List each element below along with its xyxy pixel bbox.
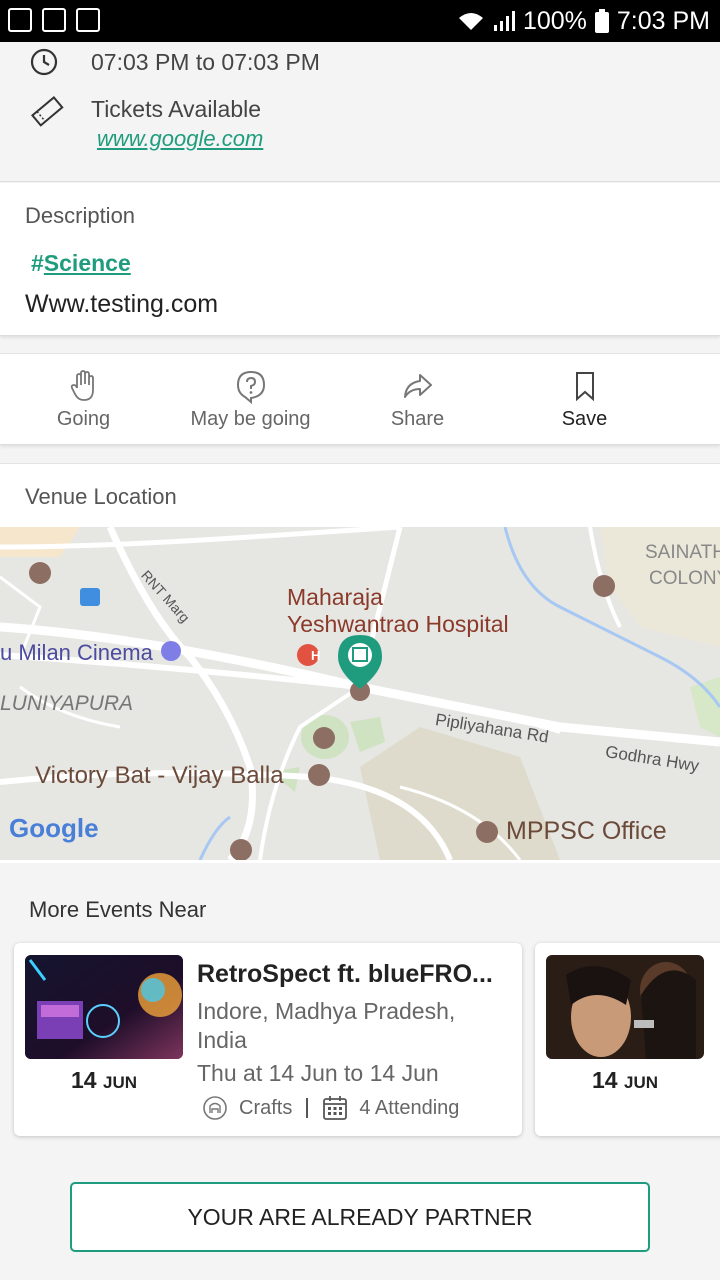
venue-label: Venue Location (25, 484, 177, 509)
event-card[interactable]: 14 JUN (535, 943, 720, 1136)
event-location: Indore, Madhya Pradesh, India (197, 998, 456, 1053)
event-day: 14 (71, 1067, 97, 1093)
map-hospital-line1: Maharaja (287, 584, 383, 610)
share-label: Share (390, 408, 445, 430)
description-text: Www.testing.com (25, 290, 219, 318)
tag-word: Science (43, 250, 131, 276)
map-mppsc-office: MPPSC Office (506, 817, 667, 845)
event-month: JUN (102, 1073, 137, 1092)
google-logo: Google (9, 813, 99, 843)
action-bar: Going May be going Share Save (0, 353, 720, 445)
map-area-luniyapura: LUNIYAPURA (0, 692, 134, 715)
map-victory-bat: Victory Bat - Vijay Balla (35, 762, 284, 789)
map-cinema: u Milan Cinema (0, 640, 153, 665)
map-hospital-line2: Yeshwantrao Hospital (287, 611, 509, 637)
battery-icon (594, 9, 609, 33)
event-attending: 4 Attending (359, 1096, 460, 1119)
description-label: Description (25, 203, 136, 228)
event-time-range: 07:03 PM to 07:03 PM (91, 48, 320, 75)
event-thumbnail (25, 955, 183, 1059)
save-button[interactable]: Save (501, 354, 668, 444)
wifi-icon (458, 13, 483, 30)
calendar-icon (323, 1096, 348, 1120)
tickets-row: Tickets Available (30, 94, 261, 133)
ticket-link[interactable]: www.google.com (97, 126, 263, 152)
share-arrow-icon (403, 374, 432, 398)
event-title: RetroSpect ft. blueFRO... (197, 960, 493, 988)
status-bar: 100% 7:03 PM (0, 0, 720, 42)
event-category: Crafts (239, 1096, 293, 1119)
going-label: Going (56, 408, 111, 430)
event-info-section: 07:03 PM to 07:03 PM Tickets Available w… (0, 42, 720, 182)
already-partner-button[interactable]: YOUR ARE ALREADY PARTNER (70, 1182, 650, 1252)
clock-icon (30, 48, 58, 76)
event-date: 14 JUN (546, 1067, 704, 1094)
maybe-going-button[interactable]: May be going (167, 354, 334, 444)
bookmark-icon (575, 372, 594, 402)
event-date: 14 JUN (25, 1067, 183, 1094)
venue-section: Venue Location H Maharaja Yeshwantrao Ho… (0, 463, 720, 863)
clock-time: 7:03 PM (616, 7, 710, 35)
ticket-icon (31, 95, 64, 127)
map-colony-line2: COLONY (649, 568, 720, 589)
event-meta: Crafts 4 Attending (202, 1095, 459, 1121)
venue-map[interactable]: H Maharaja Yeshwantrao Hospital u Milan … (0, 527, 720, 860)
category-tag[interactable]: #Science (31, 250, 131, 277)
battery-percent: 100% (522, 7, 587, 35)
tag-hash: # (31, 250, 44, 276)
more-events-title: More Events Near (29, 897, 207, 922)
question-bubble-icon (236, 370, 265, 404)
save-label: Save (561, 408, 608, 430)
tickets-label: Tickets Available (91, 96, 262, 122)
maybe-going-label: May be going (190, 408, 311, 430)
map-colony-line1: SAINATH (645, 542, 720, 563)
event-month: JUN (623, 1073, 658, 1092)
event-when: Thu at 14 Jun to 14 Jun (197, 1060, 439, 1086)
file-clock-icon (76, 8, 100, 32)
description-card: Description #Science Www.testing.com (0, 183, 720, 336)
gallery-icon (8, 8, 32, 32)
crafts-icon (203, 1096, 227, 1120)
share-button[interactable]: Share (334, 354, 501, 444)
svg-text:H: H (311, 648, 320, 663)
hand-icon (70, 370, 94, 401)
meta-divider (306, 1098, 309, 1118)
signal-icon (493, 11, 515, 31)
going-button[interactable]: Going (0, 354, 167, 444)
screenshot-icon (42, 8, 66, 32)
time-row: 07:03 PM to 07:03 PM (30, 48, 320, 76)
event-thumbnail (546, 955, 704, 1059)
event-day: 14 (592, 1067, 618, 1093)
event-card[interactable]: 14 JUN RetroSpect ft. blueFRO... Indore,… (14, 943, 522, 1136)
